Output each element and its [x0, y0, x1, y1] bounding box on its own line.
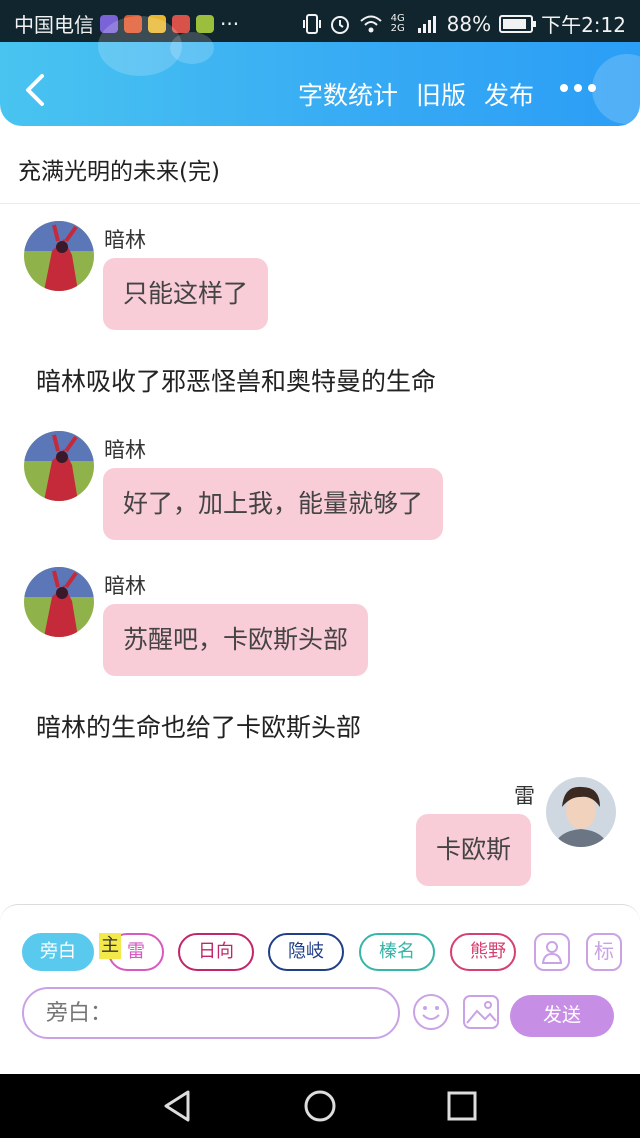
alarm-icon: [330, 15, 349, 34]
role-chip-narrator[interactable]: 旁白: [22, 933, 94, 971]
battery-icon: [499, 14, 537, 33]
sender-name: 暗林: [104, 228, 146, 252]
emoji-icon[interactable]: [412, 993, 450, 1031]
avatar-lei[interactable]: [546, 777, 616, 847]
system-nav-bar: [0, 1074, 640, 1138]
top-bar: 中国电信 ··· 4G 2G 88% 下午2:12 字数统计 旧版 发布: [0, 0, 640, 126]
avatar-anlin[interactable]: [24, 221, 94, 291]
role-chip-kumano[interactable]: 熊野: [450, 933, 516, 971]
clock: 下午2:12: [541, 13, 626, 37]
add-character-icon[interactable]: [534, 933, 570, 971]
avatar-anlin[interactable]: [24, 431, 94, 501]
word-count-button[interactable]: 字数统计: [298, 76, 398, 112]
sender-name: 暗林: [104, 438, 146, 462]
narration-text[interactable]: 暗林吸收了邪恶怪兽和奥特曼的生命: [36, 362, 436, 398]
composer: 旁白 雷 主 日向 隐岐 榛名 熊野 标 发送: [0, 904, 640, 1074]
lei-portrait: [546, 777, 616, 847]
anlin-portrait: [24, 221, 94, 291]
person-icon: [541, 941, 563, 964]
chat-app-icon: [196, 14, 214, 33]
send-button[interactable]: 发送: [510, 995, 614, 1037]
tag-icon[interactable]: 标: [586, 933, 622, 971]
header-actions: 字数统计 旧版 发布: [298, 76, 534, 112]
message-bubble[interactable]: 苏醒吧，卡欧斯头部: [103, 604, 369, 676]
battery-percent: 88%: [446, 11, 492, 36]
avatar-anlin[interactable]: [24, 567, 94, 637]
signal-icon: [417, 15, 436, 33]
message-bubble[interactable]: 只能这样了: [103, 258, 269, 330]
carrier-label: 中国电信: [14, 13, 94, 37]
decor-bubble: [592, 54, 640, 124]
message-bubble[interactable]: 卡欧斯: [416, 814, 532, 886]
sender-name: 暗林: [104, 574, 146, 598]
more-options-icon[interactable]: [560, 84, 596, 92]
sender-name: 雷: [514, 784, 535, 808]
image-icon[interactable]: [462, 993, 500, 1031]
wifi-icon: [359, 15, 382, 32]
role-chip-oki[interactable]: 隐岐: [268, 933, 344, 971]
anlin-portrait: [24, 431, 94, 501]
story-title-row[interactable]: 充满光明的未来(完): [0, 126, 640, 204]
role-chip-hyuga[interactable]: 日向: [178, 933, 254, 971]
nav-recents-icon[interactable]: [442, 1088, 482, 1124]
nav-back-icon[interactable]: [158, 1088, 198, 1124]
chat-editor-screen: 中国电信 ··· 4G 2G 88% 下午2:12 字数统计 旧版 发布 充满光…: [0, 0, 640, 1138]
narration-text[interactable]: 暗林的生命也给了卡欧斯头部: [36, 708, 361, 744]
status-right: 4G 2G 88% 下午2:12: [302, 9, 626, 38]
nav-home-icon[interactable]: [300, 1088, 340, 1124]
more-notifications-icon: ···: [220, 11, 240, 36]
message-input[interactable]: [22, 987, 400, 1039]
main-character-tag: 主: [99, 933, 121, 959]
battery-fill: [503, 18, 526, 29]
status-bar: 中国电信 ··· 4G 2G 88% 下午2:12: [0, 0, 640, 42]
back-icon[interactable]: [18, 70, 52, 110]
story-title: 充满光明的未来(完): [18, 159, 220, 185]
vibrate-icon: [302, 13, 321, 34]
decor-bubble: [170, 32, 214, 64]
header: 字数统计 旧版 发布: [0, 16, 640, 126]
old-version-button[interactable]: 旧版: [416, 76, 466, 112]
message-bubble[interactable]: 好了，加上我，能量就够了: [103, 468, 444, 540]
role-chip-haruna[interactable]: 榛名: [359, 933, 435, 971]
anlin-portrait: [24, 567, 94, 637]
network-type-label: 4G 2G: [390, 12, 405, 34]
publish-button[interactable]: 发布: [484, 76, 534, 112]
